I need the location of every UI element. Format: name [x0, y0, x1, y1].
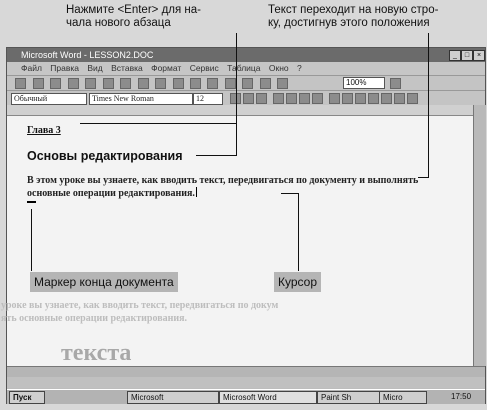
preview-icon[interactable] — [85, 78, 97, 89]
enter-callout-line-h2 — [196, 155, 237, 156]
document-area[interactable]: Глава 3 Основы редактирования В этом уро… — [1, 116, 473, 366]
style-select[interactable]: Обычный — [11, 93, 87, 105]
align-left-icon[interactable] — [273, 93, 284, 104]
ghost-text-line2: ять основные операции редактирования. — [1, 313, 188, 324]
enter-callout-line — [236, 33, 237, 155]
cursor-callout: Курсор — [274, 272, 322, 292]
end-of-document-marker — [27, 201, 36, 203]
ghost-text-big: текста — [61, 340, 132, 366]
document-heading: Основы редактирования — [27, 149, 183, 163]
callout-enter-line2: чала нового абзаца — [66, 17, 171, 29]
taskbar-item-paint[interactable]: Paint Sh — [317, 391, 381, 404]
paste-icon[interactable] — [155, 78, 167, 89]
new-icon[interactable] — [15, 78, 27, 89]
ghost-text-line1: уроке вы узнаете, как вводить текст, пер… — [1, 300, 279, 311]
font-size-select[interactable]: 12 — [193, 93, 223, 105]
menu-file[interactable]: Файл — [21, 63, 42, 73]
menu-edit[interactable]: Правка — [50, 63, 79, 73]
cursor-callout-line — [298, 193, 299, 271]
maximize-button[interactable]: □ — [461, 50, 473, 61]
menu-format[interactable]: Формат — [151, 63, 181, 73]
wrap-callout-line-h — [418, 177, 429, 178]
show-hide-icon[interactable] — [277, 78, 289, 89]
chapter-label: Глава 3 — [27, 125, 61, 136]
menu-bar: Файл Правка Вид Вставка Формат Сервис Та… — [7, 62, 485, 75]
justify-icon[interactable] — [312, 93, 323, 104]
italic-icon[interactable] — [243, 93, 254, 104]
close-button[interactable]: × — [473, 50, 485, 61]
open-icon[interactable] — [32, 78, 44, 89]
menu-insert[interactable]: Вставка — [111, 63, 143, 73]
title-bar: Microsoft Word - LESSON2.DOC _ □ × — [7, 48, 485, 62]
taskbar-item-micro[interactable]: Micro — [379, 391, 427, 404]
highlight-icon[interactable] — [394, 93, 405, 104]
undo-icon[interactable] — [189, 78, 201, 89]
save-icon[interactable] — [50, 78, 62, 89]
zoom-select[interactable]: 100% — [343, 77, 385, 89]
borders-icon[interactable] — [381, 93, 392, 104]
drawing-icon[interactable] — [259, 78, 271, 89]
wrap-callout-line — [428, 33, 429, 177]
cursor-callout-line-h — [281, 193, 299, 194]
taskbar-item-word[interactable]: Microsoft Word — [219, 391, 317, 404]
formatting-toolbar: Обычный Times New Roman 12 — [7, 90, 485, 105]
outdent-icon[interactable] — [368, 93, 379, 104]
redo-icon[interactable] — [207, 78, 219, 89]
menu-help[interactable]: ? — [297, 63, 302, 73]
document-body: В этом уроке вы узнаете, как вводить тек… — [27, 175, 422, 200]
end-marker-callout: Маркер конца документа — [30, 272, 178, 292]
callout-wrap-line2: ку, достигнув этого положения — [268, 17, 430, 29]
format-painter-icon[interactable] — [172, 78, 184, 89]
table-icon[interactable] — [224, 78, 236, 89]
font-color-icon[interactable] — [407, 93, 418, 104]
vertical-scrollbar[interactable] — [473, 105, 486, 366]
start-button[interactable]: Пуск — [9, 391, 45, 404]
status-bar — [7, 377, 485, 388]
copy-icon[interactable] — [137, 78, 149, 89]
numbering-icon[interactable] — [329, 93, 340, 104]
window-title: Microsoft Word - LESSON2.DOC — [21, 50, 154, 60]
columns-icon[interactable] — [242, 78, 254, 89]
text-cursor — [195, 187, 197, 197]
ruler[interactable] — [7, 105, 485, 116]
align-right-icon[interactable] — [299, 93, 310, 104]
font-select[interactable]: Times New Roman — [89, 93, 193, 105]
standard-toolbar: 100% — [7, 75, 485, 90]
taskbar: Пуск Microsoft Microsoft Word Paint Sh M… — [7, 389, 485, 404]
callout-wrap-line1: Текст переходит на новую стро- — [268, 4, 439, 16]
horizontal-scrollbar[interactable] — [7, 366, 485, 377]
document-body-text: В этом уроке вы узнаете, как вводить тек… — [27, 175, 419, 199]
end-marker-callout-line — [31, 209, 32, 271]
menu-window[interactable]: Окно — [269, 63, 289, 73]
callout-wrap: Текст переходит на новую стро- ку, дости… — [268, 4, 438, 30]
callout-enter-line1: Нажмите <Enter> для на- — [66, 4, 201, 16]
word-window: Microsoft Word - LESSON2.DOC _ □ × Файл … — [1, 47, 486, 404]
bullets-icon[interactable] — [342, 93, 353, 104]
help-icon[interactable] — [390, 78, 401, 89]
spelling-icon[interactable] — [102, 78, 114, 89]
enter-callout-line-h1 — [80, 123, 237, 124]
print-icon[interactable] — [67, 78, 79, 89]
callout-enter: Нажмите <Enter> для на- чала нового абза… — [66, 4, 201, 30]
taskbar-item-microsoft[interactable]: Microsoft — [127, 391, 219, 404]
menu-tools[interactable]: Сервис — [190, 63, 219, 73]
indent-icon[interactable] — [355, 93, 366, 104]
align-center-icon[interactable] — [286, 93, 297, 104]
underline-icon[interactable] — [256, 93, 267, 104]
minimize-button[interactable]: _ — [449, 50, 461, 61]
taskbar-clock: 17:50 — [451, 392, 472, 401]
cut-icon[interactable] — [120, 78, 132, 89]
menu-table[interactable]: Таблица — [227, 63, 260, 73]
menu-view[interactable]: Вид — [87, 63, 102, 73]
